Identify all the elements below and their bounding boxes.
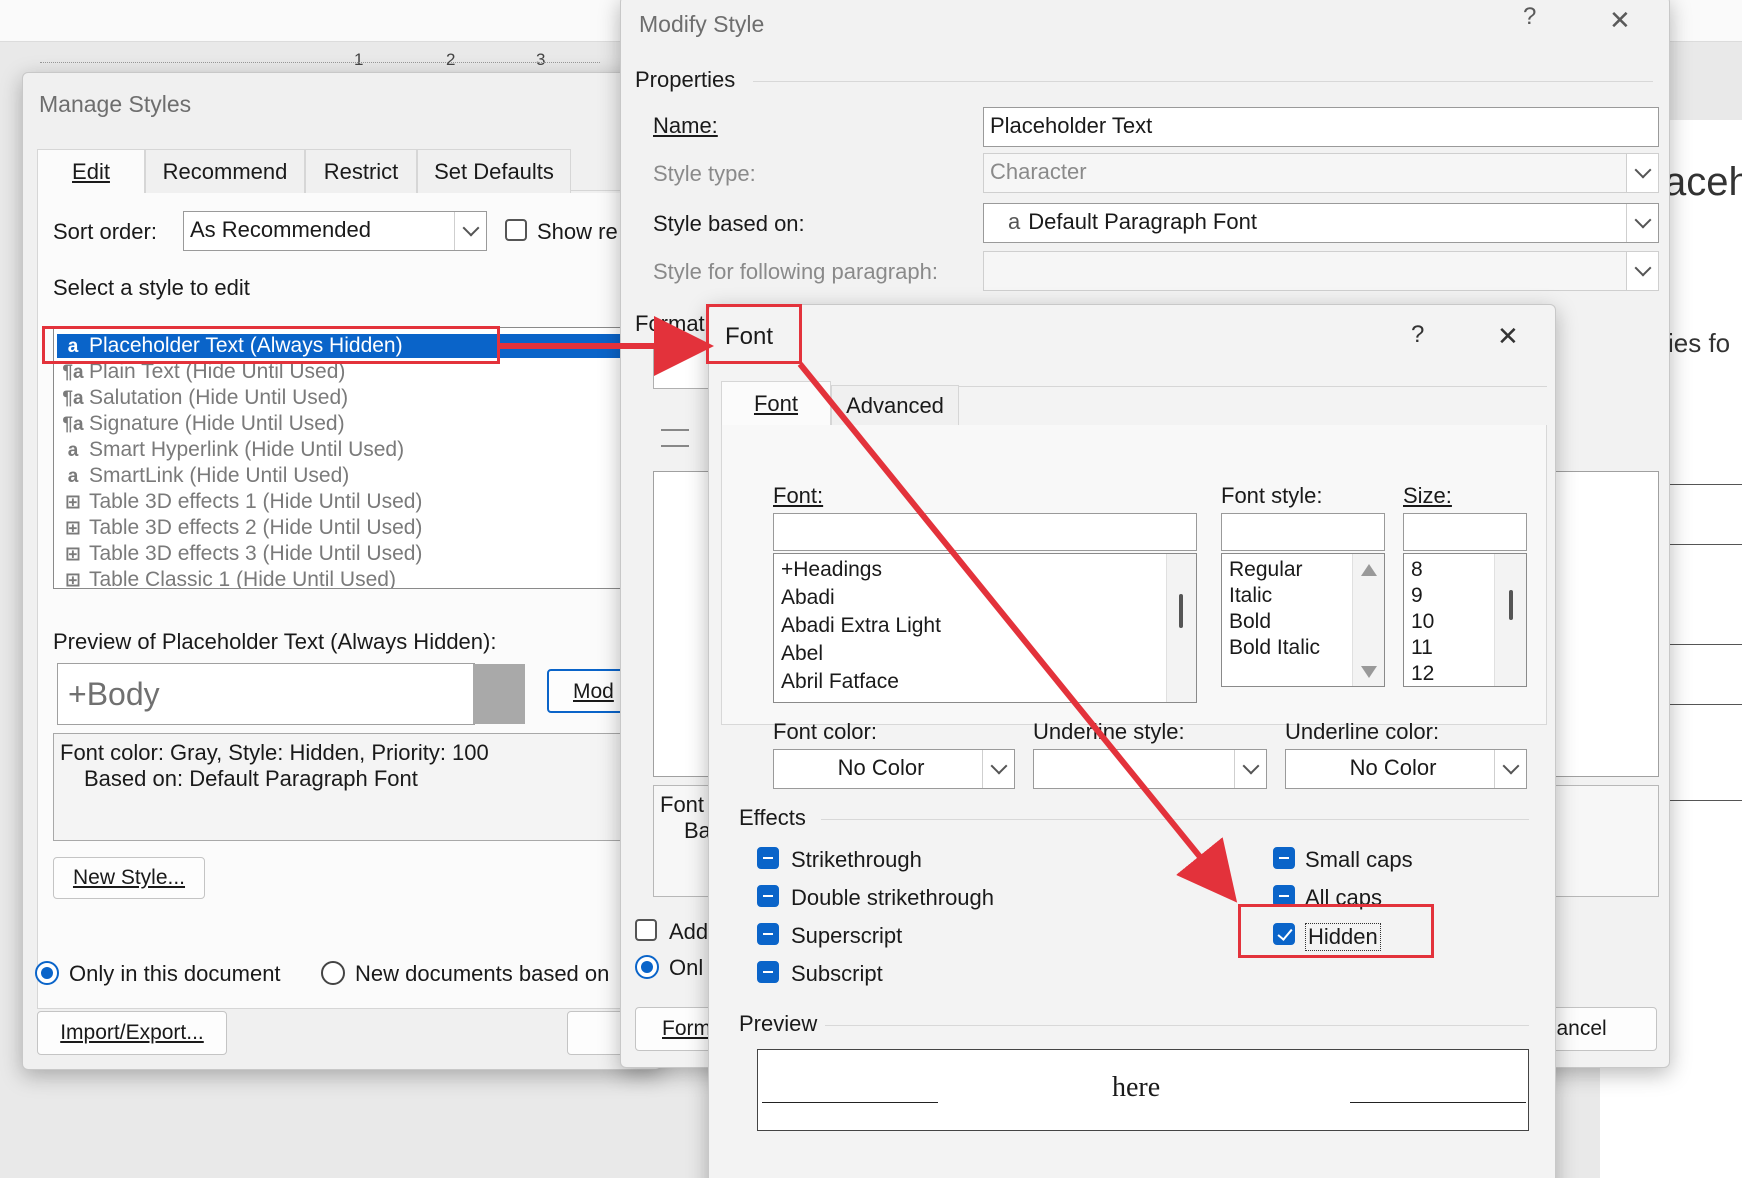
- arrow-to-hidden-option: [797, 362, 1238, 903]
- annotation-arrows: [500, 316, 1238, 903]
